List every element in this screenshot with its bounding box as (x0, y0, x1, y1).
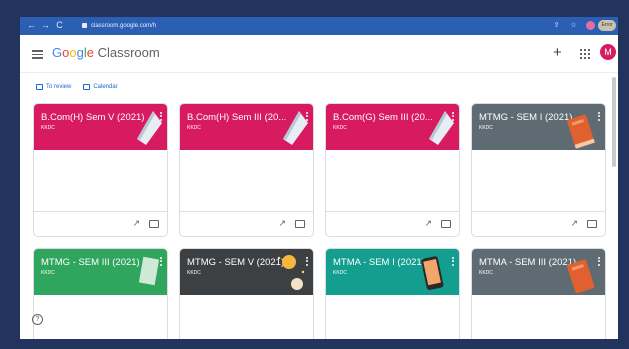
subnav: To review Calendar (36, 82, 118, 92)
class-card[interactable]: MTMG - SEM I (2021) KKDC ↗ (471, 103, 606, 237)
folder-icon[interactable] (441, 220, 451, 228)
address-bar[interactable]: classroom.google.com/h (82, 21, 156, 31)
calendar-icon (83, 84, 91, 90)
to-review-link[interactable]: To review (36, 82, 71, 92)
class-card[interactable]: MTMA - SEM I (2021) KKDC (325, 248, 460, 339)
lock-icon (82, 22, 87, 28)
error-badge[interactable]: Error (598, 20, 616, 31)
classroom-header: Google Classroom + M (20, 35, 618, 73)
review-icon (36, 84, 43, 90)
trending-icon[interactable]: ↗ (424, 219, 432, 228)
class-card[interactable]: B.Com(G) Sem III (20... KKDC ↗ (325, 103, 460, 237)
class-title[interactable]: MTMA - SEM III (2021) (479, 257, 576, 269)
scrollbar[interactable] (612, 77, 616, 167)
card-banner[interactable]: MTMA - SEM III (2021) KKDC (472, 249, 605, 295)
card-footer: ↗ (34, 212, 167, 236)
card-banner[interactable]: B.Com(G) Sem III (20... KKDC (326, 104, 459, 150)
class-title[interactable]: MTMG - SEM V (2021) (187, 257, 284, 269)
google-classroom-logo[interactable]: Google Classroom (52, 45, 160, 61)
class-section: KKDC (333, 125, 347, 131)
menu-icon[interactable] (32, 50, 43, 59)
card-footer: ↗ (180, 212, 313, 236)
create-join-button[interactable]: + (553, 45, 562, 60)
paper-icon (138, 256, 160, 286)
card-body (472, 295, 605, 339)
app-name: Classroom (97, 45, 160, 60)
class-title[interactable]: B.Com(H) Sem V (2021) (41, 112, 144, 124)
class-card[interactable]: MTMA - SEM III (2021) KKDC (471, 248, 606, 339)
card-body (472, 150, 605, 212)
more-options-icon[interactable] (160, 112, 162, 121)
url-text: classroom.google.com/h (91, 23, 157, 29)
more-options-icon[interactable] (306, 112, 308, 121)
trending-icon[interactable]: ↗ (278, 219, 286, 228)
paper-icon (137, 111, 162, 145)
class-card[interactable]: MTMG - SEM V (2021) KKDC (179, 248, 314, 339)
class-section: KKDC (187, 270, 201, 276)
card-body (34, 150, 167, 212)
folder-icon[interactable] (295, 220, 305, 228)
class-title[interactable]: B.Com(H) Sem III (20... (187, 112, 286, 124)
more-options-icon[interactable] (452, 257, 454, 266)
paper-icon (283, 111, 308, 145)
calendar-link[interactable]: Calendar (83, 82, 118, 92)
class-section: KKDC (187, 125, 201, 131)
card-banner[interactable]: MTMG - SEM V (2021) KKDC (180, 249, 313, 295)
more-options-icon[interactable] (598, 112, 600, 121)
lightbulb-icon (277, 255, 305, 290)
more-options-icon[interactable] (452, 112, 454, 121)
class-section: KKDC (41, 270, 55, 276)
tablet-icon (421, 256, 444, 290)
apps-grid-icon[interactable] (580, 49, 590, 59)
card-banner[interactable]: MTMG - SEM I (2021) KKDC (472, 104, 605, 150)
card-body (326, 295, 459, 339)
reload-button[interactable]: C (54, 20, 65, 31)
card-body (180, 295, 313, 339)
more-options-icon[interactable] (160, 257, 162, 266)
class-section: KKDC (479, 270, 493, 276)
star-icon[interactable]: ☆ (569, 21, 578, 30)
calendar-label: Calendar (93, 84, 118, 90)
more-options-icon[interactable] (598, 257, 600, 266)
trending-icon[interactable]: ↗ (570, 219, 578, 228)
trending-icon[interactable]: ↗ (132, 219, 140, 228)
class-card[interactable]: MTMG - SEM III (2021) KKDC (33, 248, 168, 339)
card-body (34, 295, 167, 339)
class-card[interactable]: B.Com(H) Sem V (2021) KKDC ↗ (33, 103, 168, 237)
book-icon (567, 259, 595, 294)
to-review-label: To review (46, 84, 72, 90)
card-banner[interactable]: B.Com(H) Sem V (2021) KKDC (34, 104, 167, 150)
class-section: KKDC (41, 125, 55, 131)
card-footer: ↗ (472, 212, 605, 236)
card-banner[interactable]: MTMA - SEM I (2021) KKDC (326, 249, 459, 295)
card-banner[interactable]: MTMG - SEM III (2021) KKDC (34, 249, 167, 295)
class-title[interactable]: MTMA - SEM I (2021) (333, 257, 425, 269)
class-title[interactable]: B.Com(G) Sem III (20... (333, 112, 433, 124)
folder-icon[interactable] (587, 220, 597, 228)
browser-toolbar: ← → C classroom.google.com/h ⇪ ☆ Error (20, 17, 618, 35)
share-icon[interactable]: ⇪ (552, 21, 561, 30)
class-title[interactable]: MTMG - SEM I (2021) (479, 112, 572, 124)
back-button[interactable]: ← (26, 20, 37, 31)
class-title[interactable]: MTMG - SEM III (2021) (41, 257, 140, 269)
paper-icon (429, 111, 454, 145)
class-card[interactable]: B.Com(H) Sem III (20... KKDC ↗ (179, 103, 314, 237)
card-body (180, 150, 313, 212)
book-icon (567, 114, 595, 149)
class-section: KKDC (333, 270, 347, 276)
class-section: KKDC (479, 125, 493, 131)
card-banner[interactable]: B.Com(H) Sem III (20... KKDC (180, 104, 313, 150)
forward-button[interactable]: → (40, 20, 51, 31)
folder-icon[interactable] (149, 220, 159, 228)
card-body (326, 150, 459, 212)
account-avatar[interactable]: M (600, 44, 616, 60)
help-icon[interactable]: ? (32, 314, 43, 325)
profile-avatar[interactable] (586, 21, 595, 30)
browser-frame: ← → C classroom.google.com/h ⇪ ☆ Error G… (20, 17, 618, 339)
card-footer: ↗ (326, 212, 459, 236)
more-options-icon[interactable] (306, 257, 308, 266)
